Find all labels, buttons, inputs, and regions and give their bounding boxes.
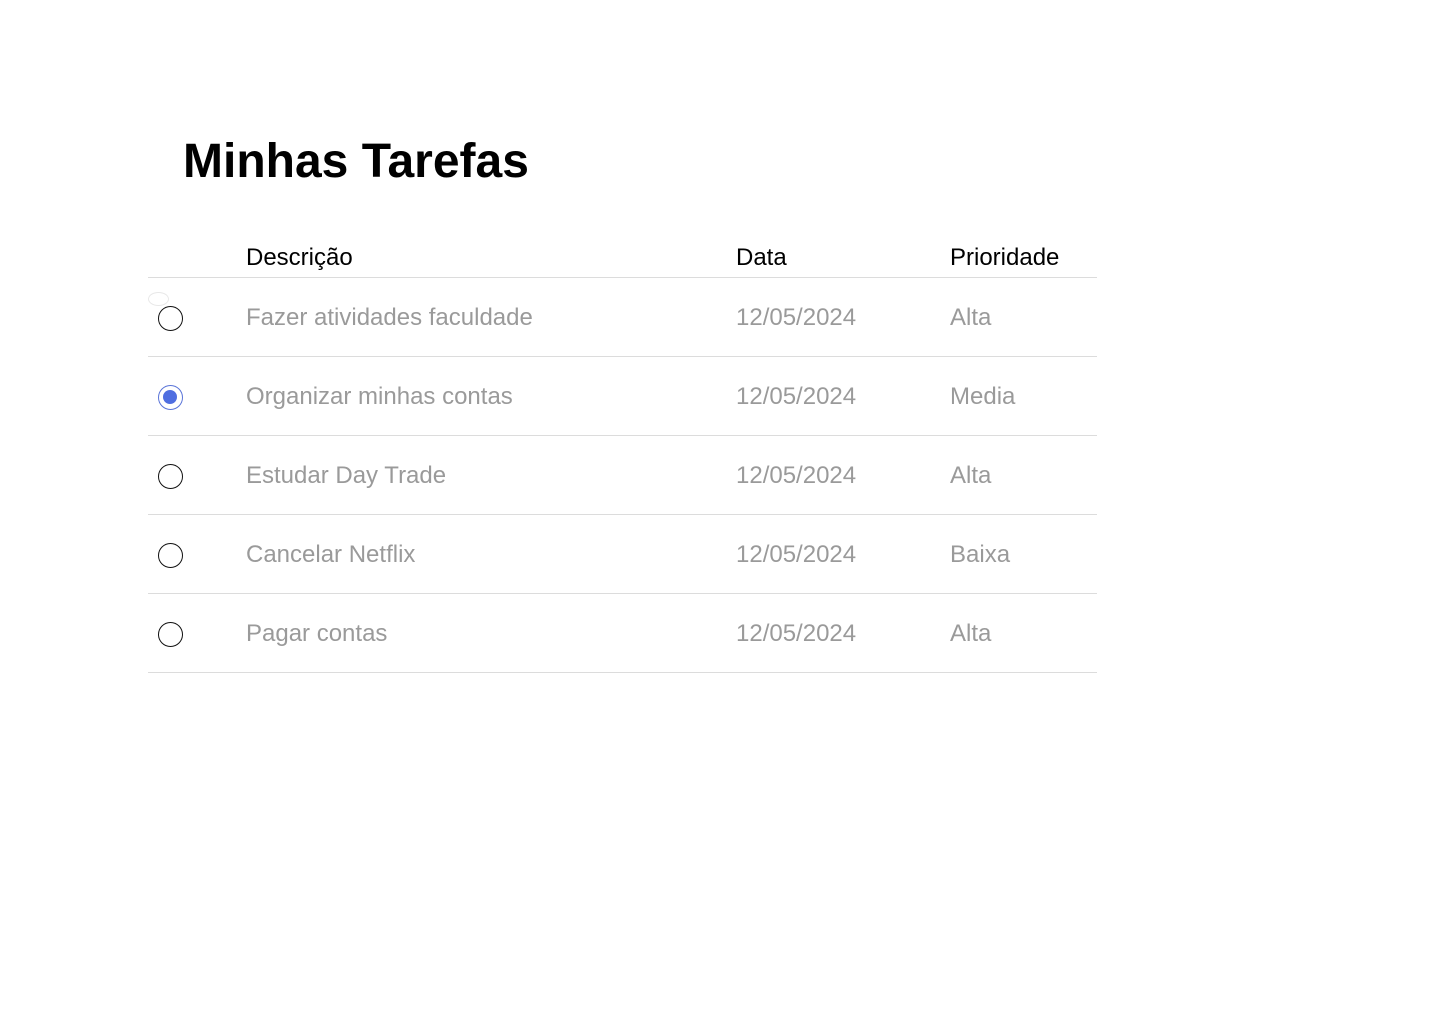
task-radio[interactable]	[158, 543, 183, 568]
task-description: Estudar Day Trade	[246, 462, 447, 489]
column-header-priority: Prioridade	[950, 244, 1060, 271]
task-priority: Media	[950, 383, 1016, 410]
task-description: Fazer atividades faculdade	[246, 304, 533, 331]
task-table: Descrição Data Prioridade Fazer atividad…	[148, 234, 1097, 673]
task-date: 12/05/2024	[736, 541, 857, 568]
task-radio[interactable]	[158, 464, 183, 489]
task-description: Pagar contas	[246, 620, 388, 647]
column-header-date: Data	[736, 244, 787, 271]
task-date: 12/05/2024	[736, 620, 857, 647]
table-row[interactable]: Organizar minhas contas 12/05/2024 Media	[148, 357, 1097, 436]
table-row[interactable]: Pagar contas 12/05/2024 Alta	[148, 594, 1097, 673]
task-priority: Alta	[950, 304, 992, 331]
table-row[interactable]: Estudar Day Trade 12/05/2024 Alta	[148, 436, 1097, 515]
column-header-description: Descrição	[246, 244, 353, 271]
task-priority: Alta	[950, 620, 992, 647]
task-priority: Alta	[950, 462, 992, 489]
task-radio[interactable]	[158, 306, 183, 331]
table-row[interactable]: Fazer atividades faculdade 12/05/2024 Al…	[148, 278, 1097, 357]
task-date: 12/05/2024	[736, 383, 857, 410]
task-priority: Baixa	[950, 541, 1011, 568]
page-title: Minhas Tarefas	[183, 135, 529, 188]
task-radio[interactable]	[158, 622, 183, 647]
task-date: 12/05/2024	[736, 304, 857, 331]
task-radio[interactable]	[158, 385, 183, 410]
task-date: 12/05/2024	[736, 462, 857, 489]
table-header-row: Descrição Data Prioridade	[148, 234, 1097, 306]
task-description: Organizar minhas contas	[246, 383, 513, 410]
task-description: Cancelar Netflix	[246, 541, 416, 568]
table-row[interactable]: Cancelar Netflix 12/05/2024 Baixa	[148, 515, 1097, 594]
